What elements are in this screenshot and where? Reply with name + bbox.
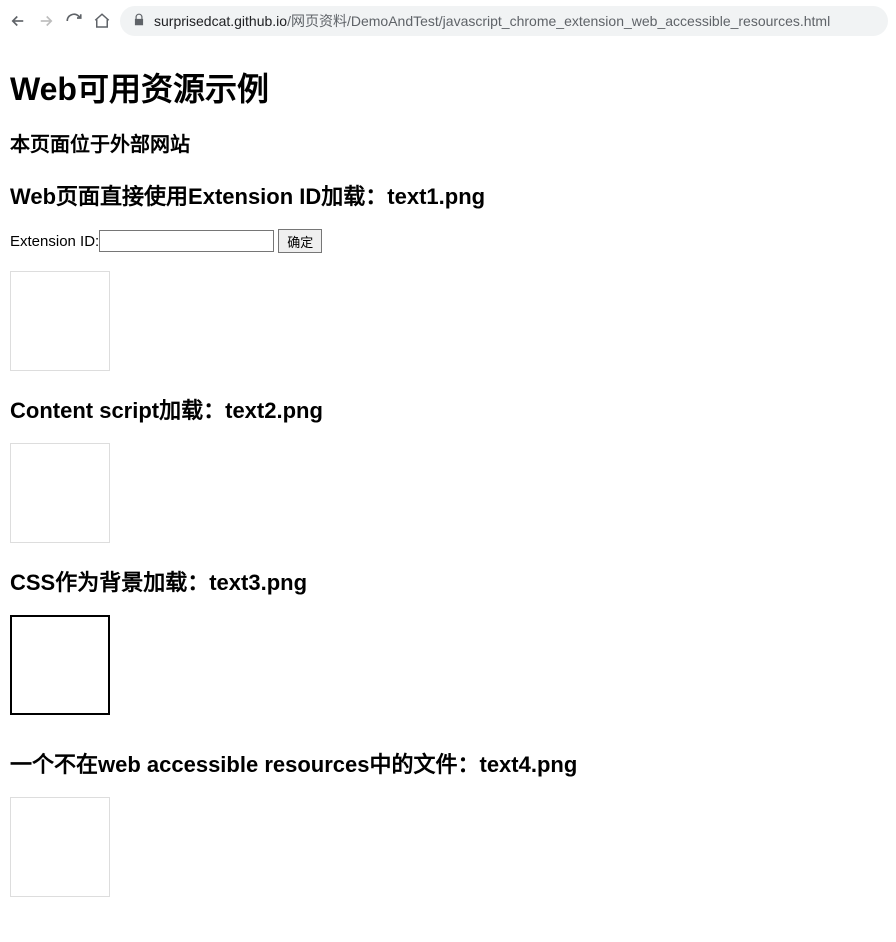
page-title: Web可用资源示例 <box>10 64 886 110</box>
section2-title: Content script加载：text2.png <box>10 393 886 425</box>
section3-title: CSS作为背景加载：text3.png <box>10 565 886 597</box>
reload-icon[interactable] <box>64 11 84 31</box>
image-placeholder-4 <box>10 797 110 897</box>
confirm-button[interactable]: 确定 <box>278 229 322 253</box>
home-icon[interactable] <box>92 11 112 31</box>
image-placeholder-3 <box>10 615 110 715</box>
section4-title: 一个不在web accessible resources中的文件：text4.p… <box>10 747 886 779</box>
url-text: surprisedcat.github.io/网页资料/DemoAndTest/… <box>154 11 830 31</box>
lock-icon <box>132 13 146 30</box>
image-placeholder-2 <box>10 443 110 543</box>
forward-icon[interactable] <box>36 11 56 31</box>
browser-toolbar: surprisedcat.github.io/网页资料/DemoAndTest/… <box>0 0 896 42</box>
back-icon[interactable] <box>8 11 28 31</box>
page-content: Web可用资源示例 本页面位于外部网站 Web页面直接使用Extension I… <box>0 42 896 925</box>
url-host: surprisedcat.github.io <box>154 13 287 29</box>
extension-id-label: Extension ID: <box>10 233 99 250</box>
url-path: /网页资料/DemoAndTest/javascript_chrome_exte… <box>287 13 830 29</box>
page-subtitle: 本页面位于外部网站 <box>10 128 886 157</box>
image-placeholder-1 <box>10 271 110 371</box>
extension-id-input[interactable] <box>99 230 274 252</box>
section1-title: Web页面直接使用Extension ID加载：text1.png <box>10 179 886 211</box>
address-bar[interactable]: surprisedcat.github.io/网页资料/DemoAndTest/… <box>120 6 888 36</box>
extension-id-form: Extension ID: 确定 <box>10 229 886 253</box>
